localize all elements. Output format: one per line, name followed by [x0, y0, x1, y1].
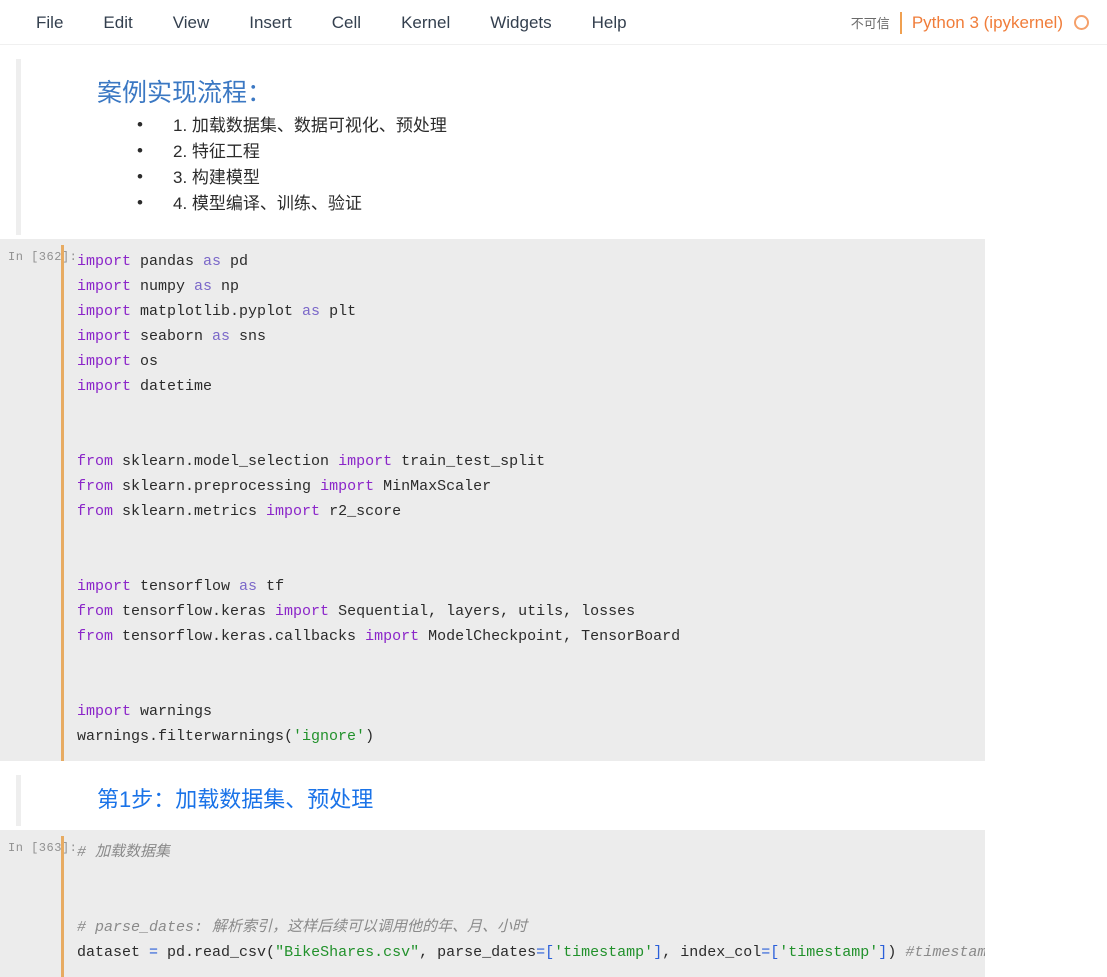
list-item: 4. 模型编译、训练、验证 [137, 190, 987, 217]
cell-left-bar [16, 774, 21, 827]
cell-prompt-in: In [363]: [8, 841, 78, 856]
code-line: from sklearn.preprocessing import MinMax… [77, 477, 492, 495]
code-line: from tensorflow.keras import Sequential,… [77, 602, 636, 620]
code-editor-area[interactable]: import pandas as pd import numpy as np imp… [64, 239, 985, 761]
kernel-name-label: Python 3 (ipykernel) [911, 12, 1063, 32]
code-line: dataset = pd.read_csv("BikeShares.csv", … [77, 944, 985, 962]
code-line: import datetime [77, 377, 213, 395]
cell-prompt-in: In [362]: [8, 249, 78, 264]
code-line: # parse_dates: 解析索引，这样后续可以调用他的年、月、小时 [77, 919, 528, 937]
menu-item-edit[interactable]: Edit [93, 0, 142, 45]
menu-item-cell[interactable]: Cell [322, 0, 371, 45]
kernel-status-area: 不可信 Python 3 (ipykernel) [851, 0, 1089, 45]
divider [899, 11, 902, 34]
code-cell-imports[interactable]: In [362]: import pandas as pd import nump… [0, 238, 985, 761]
markdown-content: 第1步：加载数据集、预处理 [21, 785, 987, 815]
code-line: # 加载数据集 [77, 844, 171, 862]
menu-item-view[interactable]: View [163, 0, 220, 45]
menu-item-insert[interactable]: Insert [239, 0, 302, 45]
code-line: import warnings [77, 702, 213, 720]
circle-idle-icon [1074, 15, 1089, 30]
menu-bar: File Edit View Insert Cell Kernel Widget… [0, 0, 1107, 45]
markdown-content: 案例实现流程： 1. 加载数据集、数据可视化、预处理 2. 特征工程 3. 构建… [21, 77, 987, 217]
markdown-heading: 第1步：加载数据集、预处理 [97, 786, 374, 812]
code-line: import matplotlib.pyplot as plt [77, 302, 357, 320]
list-item: 2. 特征工程 [137, 138, 987, 165]
code-line: warnings.filterwarnings('ignore') [77, 727, 375, 745]
menu-item-file[interactable]: File [26, 0, 73, 45]
trust-status-label[interactable]: 不可信 [851, 13, 900, 32]
menu-item-kernel[interactable]: Kernel [391, 0, 460, 45]
code-line: import os [77, 352, 159, 370]
code-editor-area[interactable]: # 加载数据集 # parse_dates: 解析索引，这样后续可以调用他的年、… [64, 830, 985, 977]
menu-item-widgets[interactable]: Widgets [480, 0, 561, 45]
code-line: from tensorflow.keras.callbacks import M… [77, 627, 681, 645]
menu-item-help[interactable]: Help [582, 0, 637, 45]
markdown-cell-flow[interactable]: 案例实现流程： 1. 加载数据集、数据可视化、预处理 2. 特征工程 3. 构建… [16, 59, 987, 235]
markdown-bullet-list: 1. 加载数据集、数据可视化、预处理 2. 特征工程 3. 构建模型 4. 模型… [97, 112, 987, 217]
list-item: 3. 构建模型 [137, 164, 987, 191]
code-line: import pandas as pd [77, 252, 249, 270]
cell-left-bar [16, 59, 21, 235]
markdown-heading: 案例实现流程： [97, 79, 273, 107]
code-cell-load-dataset[interactable]: In [363]: # 加载数据集 # parse_dates: 解析索引，这样… [0, 830, 985, 977]
code-line: import tensorflow as tf [77, 577, 285, 595]
notebook-container: 案例实现流程： 1. 加载数据集、数据可视化、预处理 2. 特征工程 3. 构建… [0, 45, 1107, 977]
markdown-cell-step1[interactable]: 第1步：加载数据集、预处理 [16, 774, 987, 827]
code-line: import numpy as np [77, 277, 240, 295]
menu-item-list: File Edit View Insert Cell Kernel Widget… [26, 0, 657, 45]
code-line: import seaborn as sns [77, 327, 267, 345]
list-item: 1. 加载数据集、数据可视化、预处理 [137, 112, 987, 139]
code-line: from sklearn.metrics import r2_score [77, 502, 402, 520]
code-line: from sklearn.model_selection import trai… [77, 452, 546, 470]
